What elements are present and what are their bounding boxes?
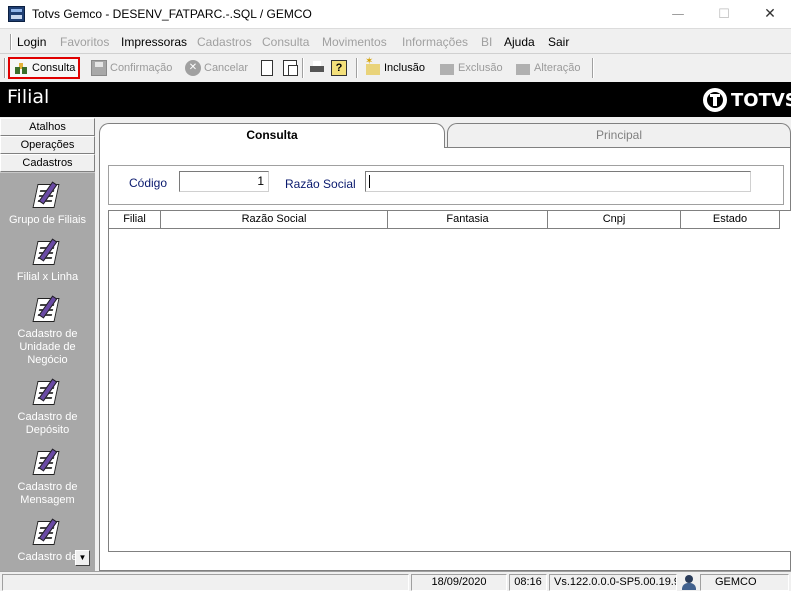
menu-bi[interactable]: BI [481,35,492,49]
status-date: 18/09/2020 [411,574,507,591]
sidebar-tab-operacoes[interactable]: Operações [0,136,95,154]
help-icon: ? [331,60,347,76]
grid-header: Filial Razão Social Fantasia Cnpj Estado [109,211,780,229]
toolbar-end-separator [592,58,594,78]
delete-record-icon [439,60,455,76]
status-bar: 18/09/2020 08:16 Vs.122.0.0.0-SP5.00.19.… [0,571,791,591]
totvs-logo: TOTVS [703,88,791,112]
consulta-tab-panel: Código 1 Razão Social Filial Razão Socia… [99,147,791,571]
column-header-cnpj[interactable]: Cnpj [548,211,681,229]
menu-informacoes[interactable]: Informações [402,35,468,49]
toolbar: Consulta Confirmação ✕ Cancelar ? Inclus… [0,55,791,81]
confirmacao-button[interactable]: Confirmação [88,57,175,79]
copy-button[interactable] [280,57,303,79]
sidebar-tab-atalhos[interactable]: Atalhos [0,118,95,136]
close-button[interactable]: ✕ [747,0,791,29]
sidebar-scroll-down-button[interactable]: ▼ [75,550,90,566]
new-record-icon [365,56,381,76]
status-version: Vs.122.0.0.0-SP5.00.19.9 [549,574,677,591]
sidebar-item-filial-x-linha[interactable]: Filial x Linha [0,236,95,284]
menu-bar: Login Favoritos Impressoras Cadastros Co… [0,30,791,54]
menu-login[interactable]: Login [17,35,46,49]
status-time: 08:16 [509,574,547,591]
sidebar: Atalhos Operações Cadastros Grupo de Fil… [0,118,95,571]
menu-favoritos[interactable]: Favoritos [60,35,109,49]
new-document-button[interactable] [258,57,279,79]
exclusao-button[interactable]: Exclusão [436,57,506,79]
menu-movimentos[interactable]: Movimentos [322,35,387,49]
notepad-pencil-icon [31,376,65,408]
sidebar-shortcut-list: Grupo de Filiais Filial x Linha Cadastro… [0,173,95,571]
tab-consulta[interactable]: Consulta [99,123,445,148]
cancelar-button[interactable]: ✕ Cancelar [182,57,251,79]
exclusao-button-label: Exclusão [458,62,503,74]
results-grid[interactable]: Filial Razão Social Fantasia Cnpj Estado [108,210,791,552]
app-icon [8,6,25,22]
toolbar-grip [4,58,6,78]
cancelar-button-label: Cancelar [204,62,249,74]
notepad-pencil-icon [31,236,65,268]
save-disk-icon [91,60,107,76]
notepad-pencil-icon [31,179,65,211]
sidebar-item-deposito[interactable]: Cadastro de Depósito [0,376,95,437]
sidebar-tab-cadastros[interactable]: Cadastros [0,154,95,172]
binoculars-icon [13,60,29,76]
alteracao-button-label: Alteração [534,62,581,74]
inclusao-button[interactable]: Inclusão [362,56,428,79]
menu-cadastros[interactable]: Cadastros [197,35,252,49]
filter-box: Código 1 Razão Social [108,165,784,205]
status-user: GEMCO [700,574,789,591]
confirmacao-button-label: Confirmação [110,62,173,74]
menu-grip [10,34,12,50]
screen-title: Filial [7,86,50,108]
notepad-pencil-icon [31,293,65,325]
title-bar: Totvs Gemco - DESENV_FATPARC.-.SQL / GEM… [0,0,791,29]
menu-ajuda[interactable]: Ajuda [504,35,535,49]
main-panel: Consulta Principal Código 1 Razão Social… [95,118,791,571]
codigo-input[interactable]: 1 [179,171,269,192]
toolbar-separator [356,58,358,78]
notepad-pencil-icon [31,516,65,548]
menu-impressoras[interactable]: Impressoras [121,35,187,49]
copy-icon [283,60,298,76]
consulta-button[interactable]: Consulta [8,57,81,79]
printer-icon [309,60,325,76]
razao-social-input[interactable] [365,171,751,192]
column-header-fantasia[interactable]: Fantasia [388,211,548,229]
notepad-pencil-icon [31,446,65,478]
codigo-label: Código [129,176,168,190]
column-header-estado[interactable]: Estado [681,211,780,229]
status-message-panel [2,574,409,591]
tab-principal[interactable]: Principal [447,123,791,147]
totvs-logo-icon [703,88,727,112]
maximize-button[interactable]: ☐ [701,0,747,29]
sidebar-item-label: Filial x Linha [16,271,79,283]
sidebar-item-label: Grupo de Filiais [8,214,87,226]
sidebar-item-label: Cadastro de Unidade de Negócio [17,328,78,366]
totvs-logo-text: TOTVS [731,89,791,111]
sidebar-item-label: Cadastro de Mensagem [17,481,78,506]
sidebar-item-grupo-de-filiais[interactable]: Grupo de Filiais [0,179,95,227]
help-button[interactable]: ? [328,57,353,79]
screen-header: Filial TOTVS [0,82,791,117]
alteracao-button[interactable]: Alteração [512,57,583,79]
document-icon [261,60,273,76]
sidebar-item-mensagem[interactable]: Cadastro de Mensagem [0,446,95,507]
sidebar-item-unidade-de-negocio[interactable]: Cadastro de Unidade de Negócio [0,293,95,367]
razao-social-label: Razão Social [285,177,356,191]
cancel-icon: ✕ [185,60,201,76]
consulta-button-label: Consulta [32,62,76,74]
user-icon [681,575,697,590]
toolbar-separator [302,58,304,78]
window-title: Totvs Gemco - DESENV_FATPARC.-.SQL / GEM… [32,7,312,21]
menu-consulta[interactable]: Consulta [262,35,309,49]
sidebar-item-label: Cadastro de Depósito [17,411,78,436]
menu-sair[interactable]: Sair [548,35,569,49]
edit-record-icon [515,60,531,76]
minimize-button[interactable]: — [655,0,701,29]
inclusao-button-label: Inclusão [384,62,425,74]
column-header-filial[interactable]: Filial [109,211,161,229]
column-header-razao-social[interactable]: Razão Social [161,211,388,229]
